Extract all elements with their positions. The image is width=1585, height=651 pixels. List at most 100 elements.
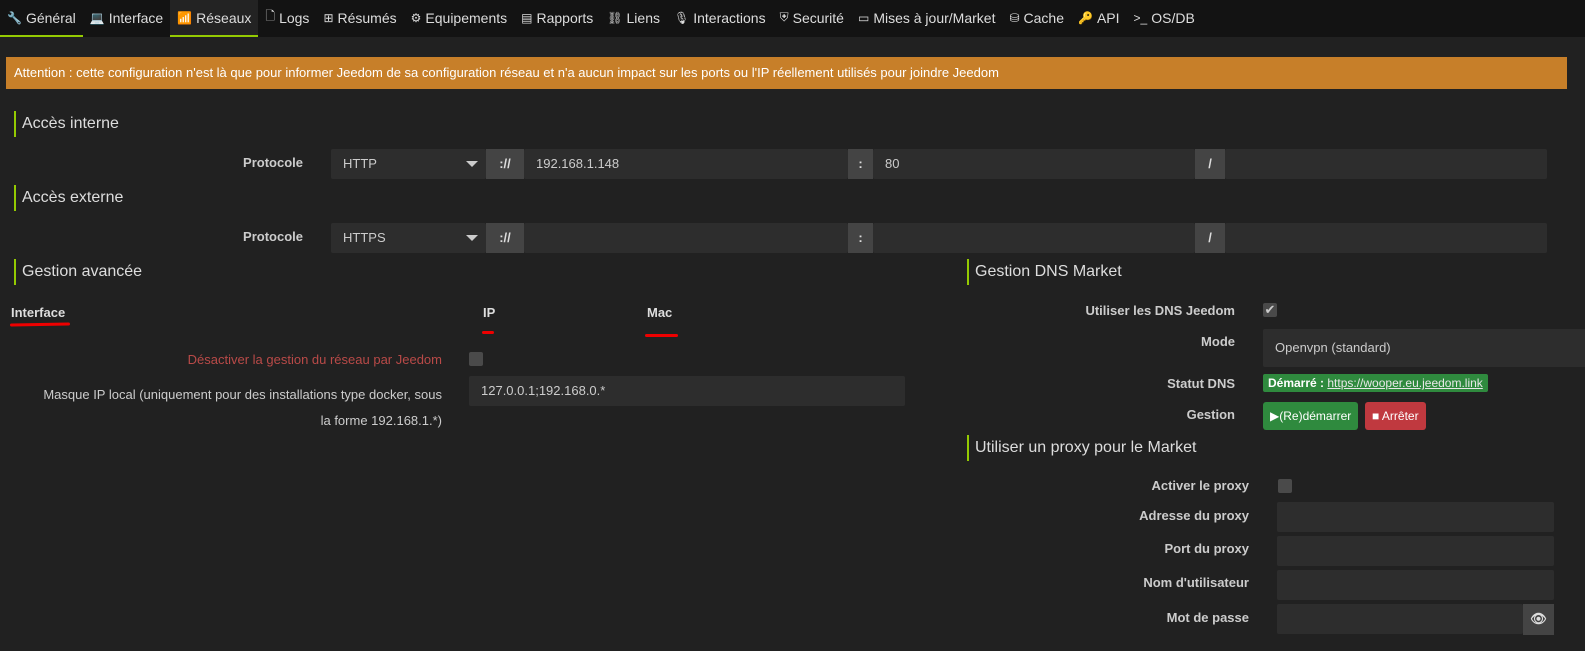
scheme-separator: :// [486,223,524,253]
sitemap-icon: ⛓ [607,10,623,25]
tab-os-db[interactable]: >_ OS/DB [1127,0,1202,37]
annotation-underline [9,322,71,327]
port-separator: : [848,149,873,179]
internal-port-input[interactable]: 80 [873,149,1195,179]
restart-label: (Re)démarrer [1279,409,1352,423]
rss-icon: 📶 [177,10,193,25]
external-port-input[interactable] [873,223,1195,253]
tab-label: Securité [792,9,844,26]
tab-g-n-ral[interactable]: 🔧 Général [0,0,83,37]
dns-status-label: Statut DNS [1167,376,1235,391]
dns-url-link[interactable]: https://wooper.eu.jeedom.link [1327,376,1482,390]
tab-equipements[interactable]: ⚙ Equipements [404,0,514,37]
chevron-down-icon [466,161,478,167]
column-header-ip: IP [483,305,496,320]
local-mask-label-line1: Masque IP local (uniquement pour des ins… [43,387,442,402]
external-protocol-value: HTTPS [343,230,386,245]
stop-label: Arrêter [1381,409,1419,423]
external-path-input[interactable] [1225,223,1547,253]
disable-network-checkbox[interactable] [469,352,483,366]
tab-securit-[interactable]: ⛨ Securité [773,0,851,37]
use-dns-checkbox[interactable]: ✔ [1263,303,1277,317]
tab-label: Rapports [536,9,594,26]
enable-proxy-checkbox[interactable] [1278,479,1292,493]
hdd-icon: ⛁ [1009,10,1020,25]
external-access-title: Accès externe [14,185,123,211]
annotation-underline [645,334,678,337]
external-host-input[interactable] [524,223,848,253]
show-password-eye-icon[interactable]: 👁 [1523,604,1554,635]
path-separator: / [1195,149,1225,179]
proxy-address-input[interactable] [1277,502,1554,532]
tab-rapports[interactable]: ▤ Rapports [514,0,600,37]
tab-cache[interactable]: ⛁ Cache [1002,0,1071,37]
enable-proxy-label: Activer le proxy [1151,478,1249,493]
tab-label: OS/DB [1151,9,1195,26]
mode-label: Mode [1201,334,1235,349]
warning-banner: Attention : cette configuration n'est là… [6,57,1567,89]
list-icon: ▤ [521,10,533,25]
tab-api[interactable]: 🔑 API [1071,0,1127,37]
shield-icon: ⛨ [779,10,789,24]
tab-label: Résumés [337,9,397,26]
laptop-icon: 💻 [89,10,105,25]
proxy-user-input[interactable] [1277,570,1554,600]
external-protocol-select[interactable]: HTTPS [331,223,486,253]
proxy-password-label: Mot de passe [1166,610,1249,625]
tab-logs[interactable]: 🗋 Logs [258,0,316,37]
advanced-title: Gestion avancée [14,259,142,285]
external-protocol-label: Protocole [243,229,303,244]
tab-label: Général [25,9,76,26]
tab-interface[interactable]: 💻 Interface [83,0,170,37]
microphone-icon: 🎙 [673,10,690,25]
tab-mises-jour-market[interactable]: ▭ Mises à jour/Market [851,0,1003,37]
port-separator: : [848,223,873,253]
tab-label: Interface [108,9,164,26]
tab-label: Interactions [693,9,766,26]
internal-access-title: Accès interne [14,111,119,137]
tab-label: Logs [279,9,310,26]
proxy-title: Utiliser un proxy pour le Market [967,435,1196,461]
internal-host-input[interactable]: 192.168.1.148 [524,149,848,179]
play-icon: ▶ [1270,409,1280,423]
tab-bar: 🔧 Général 💻 Interface 📶 Réseaux 🗋 Logs ⊞ Résumés ⚙… [0,0,1585,37]
tab-label: API [1096,9,1120,26]
tab-interactions[interactable]: 🎙 Interactions [667,0,773,37]
path-separator: / [1195,223,1225,253]
key-icon: 🔑 [1078,10,1093,25]
credit-card-icon: ▭ [857,10,870,25]
column-header-mac: Mac [647,305,673,320]
disable-network-label: Désactiver la gestion du réseau par Jeed… [187,352,442,367]
proxy-port-input[interactable] [1277,536,1554,566]
dns-status-badge: Démarré : https://wooper.eu.jeedom.link [1263,374,1488,392]
wrench-icon: 🔧 [7,10,22,25]
file-icon: 🗋 [265,9,276,23]
internal-protocol-label: Protocole [243,155,303,170]
mode-select[interactable]: Openvpn (standard) [1263,329,1585,367]
tab-r-seaux[interactable]: 📶 Réseaux [170,0,259,37]
proxy-password-input[interactable] [1277,604,1523,634]
terminal-icon: >_ [1133,10,1148,25]
tab-label: Réseaux [196,9,252,26]
annotation-underline [482,331,494,334]
stop-icon: ■ [1372,409,1382,423]
local-mask-label-line2: la forme 192.168.1.*) [320,413,442,428]
local-mask-input[interactable]: 127.0.0.1;192.168.0.* [469,376,905,406]
chevron-down-icon [466,235,478,241]
cog-icon: ⚙ [410,10,422,25]
tab-label: Cache [1023,9,1064,26]
tab-label: Equipements [425,9,508,26]
proxy-port-label: Port du proxy [1164,541,1249,556]
proxy-user-label: Nom d'utilisateur [1143,575,1249,590]
tab-liens[interactable]: ⛓ Liens [600,0,667,37]
stop-button[interactable]: ■ Arrêter [1365,402,1426,430]
internal-path-input[interactable] [1225,149,1547,179]
tab-label: Mises à jour/Market [873,9,996,26]
manage-label: Gestion [1186,407,1235,422]
internal-protocol-select[interactable]: HTTP [331,149,486,179]
dns-status-text: Démarré : [1268,376,1325,390]
restart-button[interactable]: ▶(Re)démarrer [1263,402,1359,430]
use-dns-label: Utiliser les DNS Jeedom [1085,303,1235,318]
dns-title: Gestion DNS Market [967,259,1122,285]
tab-r-sum-s[interactable]: ⊞ Résumés [316,0,403,37]
